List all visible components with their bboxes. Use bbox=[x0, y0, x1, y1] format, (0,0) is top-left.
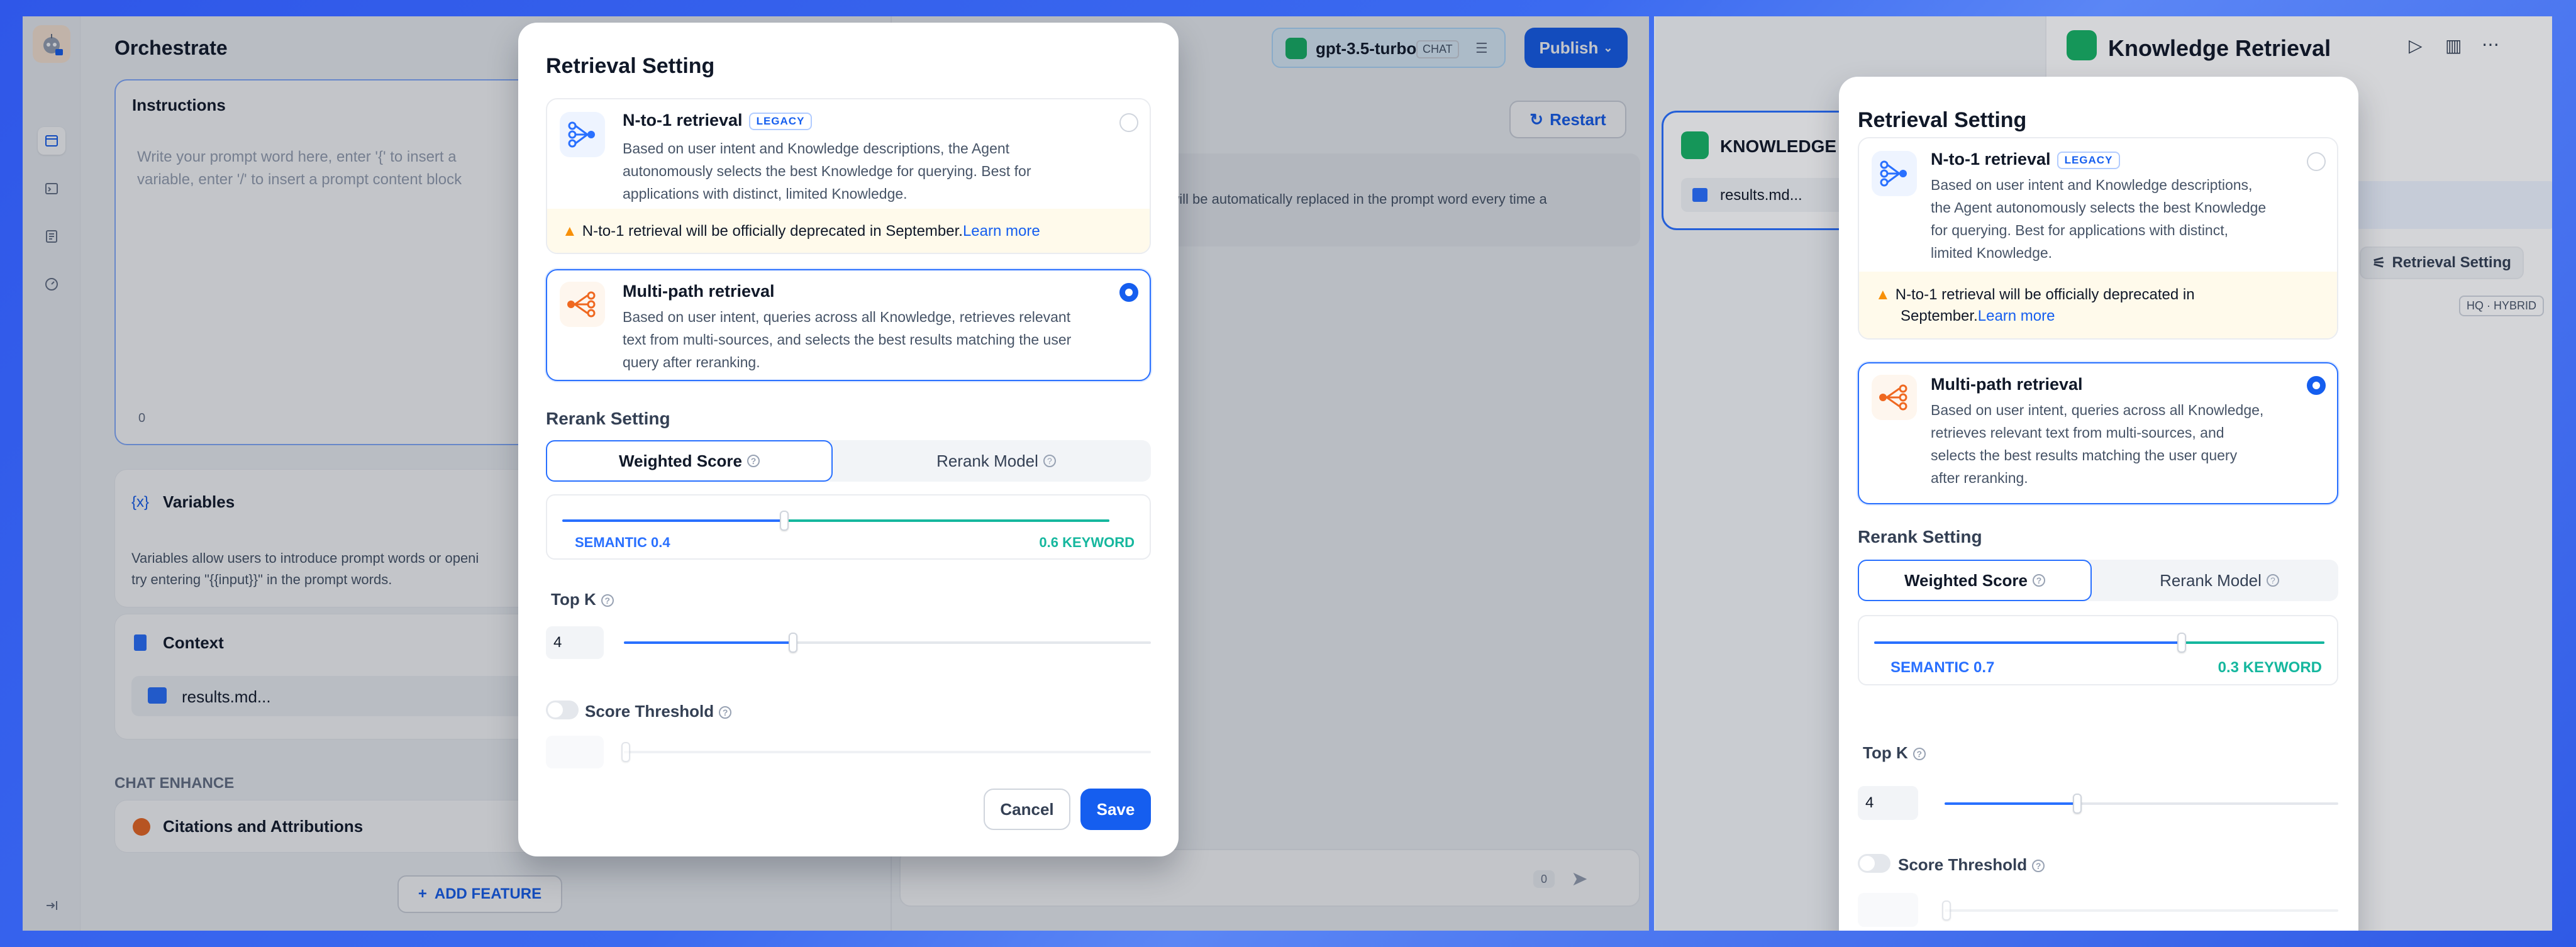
weight-slider-box: SEMANTIC 0.7 0.3 KEYWORD bbox=[1858, 615, 2338, 685]
top-k-label: Top K? bbox=[551, 590, 614, 609]
help-icon: ? bbox=[2032, 860, 2045, 873]
weight-slider-thumb[interactable] bbox=[2177, 633, 2186, 653]
multi-path-radio[interactable] bbox=[1119, 283, 1138, 302]
n-to-1-radio[interactable] bbox=[1119, 113, 1138, 132]
warning-icon: ▲ bbox=[562, 223, 577, 240]
score-threshold-label: Score Threshold? bbox=[585, 702, 732, 721]
n-to-1-title: N-to-1 retrieval LEGACY bbox=[623, 111, 813, 130]
top-k-slider[interactable] bbox=[1945, 802, 2338, 805]
multi-path-desc: Based on user intent, queries across all… bbox=[1931, 402, 2264, 486]
top-k-input[interactable]: 4 bbox=[1858, 786, 1918, 820]
orchestrate-panel: Orchestrate Instructions Write your prom… bbox=[23, 16, 1649, 931]
legacy-badge: LEGACY bbox=[748, 112, 813, 130]
top-k-label: Top K? bbox=[1863, 743, 1926, 763]
top-k-slider-thumb[interactable] bbox=[2073, 794, 2082, 814]
n-to-1-desc: Based on user intent and Knowledge descr… bbox=[623, 140, 1031, 202]
tab-weighted-score[interactable]: Weighted Score? bbox=[546, 440, 833, 482]
learn-more-link[interactable]: Learn more bbox=[1978, 307, 2055, 324]
rerank-setting-title: Rerank Setting bbox=[546, 409, 670, 428]
top-k-slider-fill bbox=[624, 641, 795, 644]
deprecation-warning: ▲ N-to-1 retrieval will be officially dep… bbox=[1859, 272, 2337, 338]
modal-title: Retrieval Setting bbox=[546, 54, 715, 78]
weight-slider-box: SEMANTIC 0.4 0.6 KEYWORD bbox=[546, 494, 1151, 560]
option-n-to-1[interactable]: N-to-1 retrieval LEGACY Based on user int… bbox=[546, 98, 1151, 254]
help-icon: ? bbox=[601, 594, 614, 607]
n-to-1-desc: Based on user intent and Knowledge descr… bbox=[1931, 177, 2267, 261]
top-k-input[interactable]: 4 bbox=[546, 626, 604, 659]
score-threshold-toggle[interactable] bbox=[1858, 854, 1890, 873]
workflow-panel: KNOWLEDGE results.md... Knowledge Retrie… bbox=[1654, 16, 2552, 931]
score-threshold-slider bbox=[624, 751, 1151, 753]
score-threshold-input bbox=[546, 736, 604, 768]
score-threshold-thumb bbox=[621, 742, 630, 762]
rerank-setting-title: Rerank Setting bbox=[1858, 527, 1982, 546]
tab-weighted-score[interactable]: Weighted Score? bbox=[1858, 560, 2092, 601]
weight-slider-thumb[interactable] bbox=[780, 511, 789, 531]
retrieval-setting-modal: Retrieval Setting N-to-1 retrieval LEGACY… bbox=[518, 23, 1179, 856]
keyword-label: 0.6 KEYWORD bbox=[1039, 534, 1135, 550]
n-to-1-icon bbox=[560, 112, 605, 157]
multi-path-desc: Based on user intent, queries across all… bbox=[623, 309, 1072, 370]
top-k-slider-fill bbox=[1945, 802, 2078, 805]
keyword-track bbox=[2184, 641, 2324, 644]
help-icon: ? bbox=[747, 455, 760, 467]
cancel-button[interactable]: Cancel bbox=[984, 789, 1070, 830]
option-multi-path[interactable]: Multi-path retrieval Based on user inten… bbox=[1858, 362, 2338, 504]
learn-more-link[interactable]: Learn more bbox=[963, 223, 1040, 240]
multi-path-icon bbox=[560, 282, 605, 327]
warning-text-1: N-to-1 retrieval will be officially depr… bbox=[1895, 286, 2195, 303]
help-icon: ? bbox=[719, 706, 732, 719]
help-icon: ? bbox=[2266, 574, 2279, 587]
multi-path-title: Multi-path retrieval bbox=[623, 282, 775, 301]
modal-title: Retrieval Setting bbox=[1858, 108, 2027, 132]
n-to-1-title: N-to-1 retrieval LEGACY bbox=[1931, 150, 2121, 169]
n-to-1-radio[interactable] bbox=[2307, 152, 2326, 171]
score-threshold-thumb bbox=[1942, 900, 1951, 921]
semantic-label: SEMANTIC 0.4 bbox=[575, 534, 670, 550]
score-threshold-label: Score Threshold? bbox=[1898, 855, 2045, 875]
legacy-badge: LEGACY bbox=[2057, 151, 2121, 169]
tab-rerank-model[interactable]: Rerank Model? bbox=[2101, 560, 2338, 601]
option-multi-path[interactable]: Multi-path retrieval Based on user inten… bbox=[546, 269, 1151, 381]
multi-path-title: Multi-path retrieval bbox=[1931, 375, 2083, 394]
top-k-slider-thumb[interactable] bbox=[789, 633, 797, 653]
help-icon: ? bbox=[2033, 574, 2045, 587]
keyword-label: 0.3 KEYWORD bbox=[2218, 659, 2322, 676]
help-icon: ? bbox=[1043, 455, 1056, 467]
warning-icon: ▲ bbox=[1875, 286, 1890, 303]
warning-text: N-to-1 retrieval will be officially depr… bbox=[582, 223, 963, 240]
retrieval-setting-modal-right: Retrieval Setting N-to-1 retrieval LEGACY… bbox=[1839, 77, 2358, 931]
n-to-1-icon bbox=[1872, 151, 1917, 196]
score-threshold-input bbox=[1858, 893, 1918, 927]
multi-path-icon bbox=[1872, 375, 1917, 420]
multi-path-radio[interactable] bbox=[2307, 376, 2326, 395]
warning-text-2: September. bbox=[1901, 307, 1978, 324]
option-n-to-1[interactable]: N-to-1 retrieval LEGACY Based on user int… bbox=[1858, 137, 2338, 340]
help-icon: ? bbox=[1913, 748, 1926, 761]
score-threshold-toggle[interactable] bbox=[546, 701, 579, 719]
tab-rerank-model[interactable]: Rerank Model? bbox=[841, 440, 1151, 482]
rerank-mode-tabs: Weighted Score? Rerank Model? bbox=[546, 440, 1151, 482]
keyword-track bbox=[786, 519, 1109, 522]
top-k-slider[interactable] bbox=[624, 641, 1151, 644]
rerank-mode-tabs: Weighted Score? Rerank Model? bbox=[1858, 560, 2338, 601]
save-button[interactable]: Save bbox=[1080, 789, 1151, 830]
semantic-label: SEMANTIC 0.7 bbox=[1890, 659, 1995, 676]
score-threshold-slider bbox=[1945, 909, 2338, 912]
deprecation-warning: ▲ N-to-1 retrieval will be officially dep… bbox=[547, 209, 1150, 253]
